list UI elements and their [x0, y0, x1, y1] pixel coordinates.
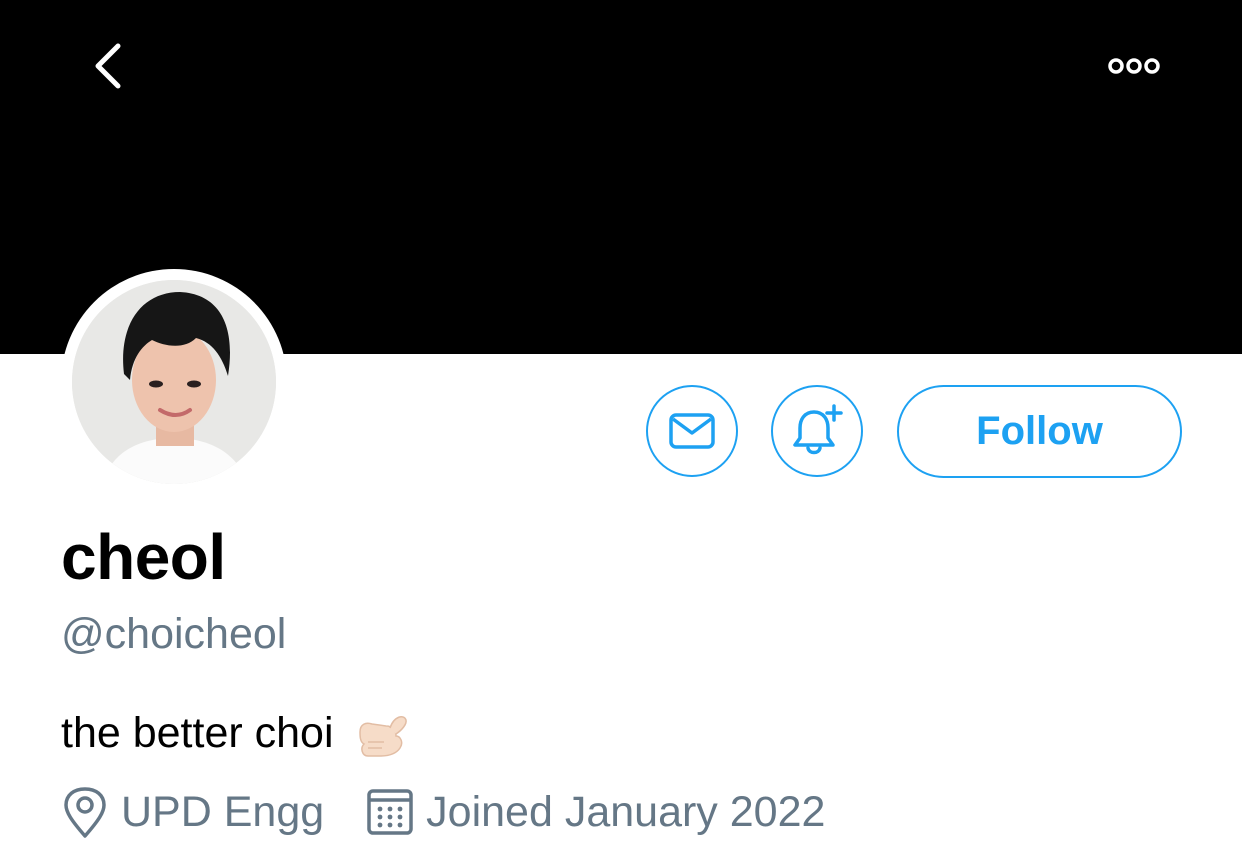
avatar-photo: [72, 280, 276, 484]
chevron-left-icon: [95, 43, 121, 89]
location-text: UPD Engg: [121, 787, 325, 836]
calendar-icon: [367, 789, 413, 835]
ellipsis-icon: [1108, 58, 1160, 74]
joined-item: Joined January 2022: [366, 786, 825, 838]
bio: the better choi: [61, 702, 412, 764]
bell-plus-icon: [793, 404, 843, 455]
location-item: UPD Engg: [61, 786, 324, 838]
joined-text: Joined January 2022: [426, 787, 826, 836]
avatar[interactable]: [72, 280, 276, 484]
location-pin-icon: [64, 787, 106, 838]
notifications-button[interactable]: [771, 385, 863, 477]
envelope-icon: [669, 413, 715, 449]
message-button[interactable]: [646, 385, 738, 477]
avatar-frame: [61, 269, 287, 495]
profile-meta: UPD Engg Joined January 2022: [61, 784, 825, 840]
call-me-hand-emoji-icon: [358, 715, 407, 757]
follow-button[interactable]: Follow: [897, 385, 1182, 478]
bio-text: the better choi: [61, 708, 334, 757]
username-handle: @choicheol: [61, 610, 287, 658]
display-name: cheol: [61, 521, 226, 593]
back-button[interactable]: [80, 36, 136, 96]
more-options-button[interactable]: [1100, 44, 1168, 88]
